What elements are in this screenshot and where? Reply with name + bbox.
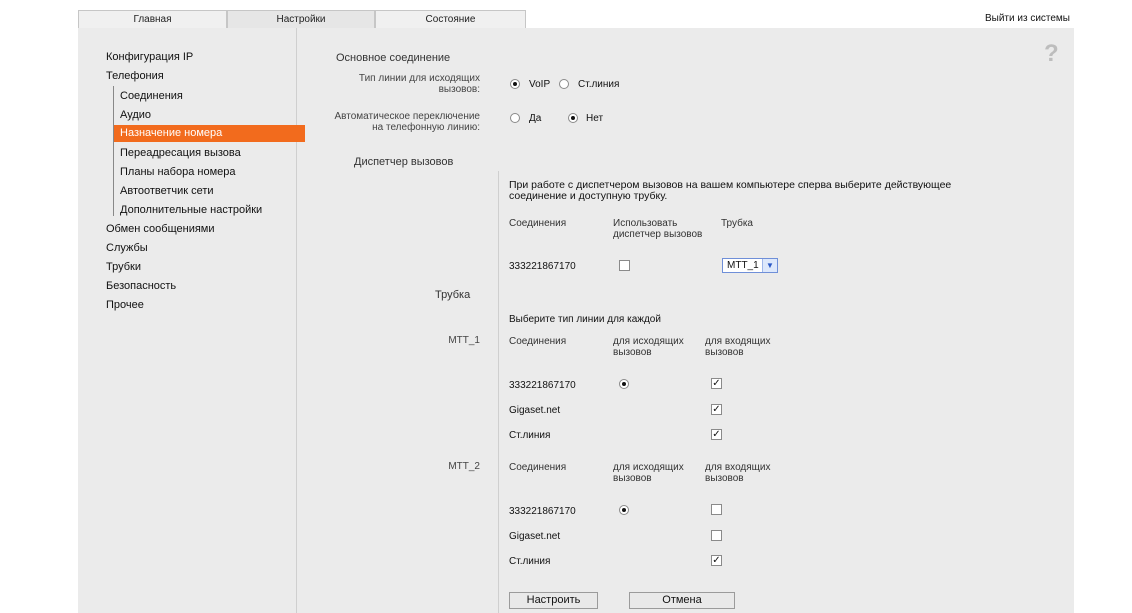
tab-status[interactable]: Состояние [375,10,526,29]
sidebar-item-messaging[interactable]: Обмен сообщениями [106,223,215,235]
handset-name-1: MTT_1 [448,335,480,346]
handset1-row3-incoming-checkbox[interactable]: ✓ [711,429,722,440]
sidebar-item-number-assignment[interactable]: Назначение номера [114,125,305,142]
question-icon[interactable]: ? [1044,40,1059,68]
handset-info-text: Выберите тип линии для каждой [509,314,661,325]
handset1-row2-connection: Gigaset.net [509,405,561,416]
sidebar-item-services[interactable]: Службы [106,242,148,254]
chevron-down-icon: ▼ [762,259,777,272]
sidebar-item-connections[interactable]: Соединения [120,90,183,102]
handset1-col-outgoing: для исходящих вызовов [613,336,684,358]
sidebar-item-ip-config[interactable]: Конфигурация IP [106,51,193,63]
sidebar-tree-line [113,86,114,216]
radio-voip[interactable] [510,79,520,89]
sidebar-item-call-forwarding[interactable]: Переадресация вызова [120,147,241,159]
handset2-row2-connection: Gigaset.net [509,531,561,542]
cancel-button[interactable]: Отмена [629,592,735,609]
radio-auto-no-label: Нет [586,113,604,124]
dispatcher-info-text: При работе с диспетчером вызовов на ваше… [509,179,952,202]
radio-auto-yes-label: Да [529,113,542,124]
sidebar-item-security[interactable]: Безопасность [106,280,176,292]
handset1-row2-incoming-checkbox[interactable]: ✓ [711,404,722,415]
sidebar-item-network-mailbox[interactable]: Автоответчик сети [120,185,214,197]
handset2-row1-outgoing-radio[interactable] [619,505,629,515]
logout-link[interactable]: Выйти из системы [985,13,1070,24]
apply-button[interactable]: Настроить [509,592,598,609]
sidebar-item-audio[interactable]: Аудио [120,109,151,121]
handset-name-2: MTT_2 [448,461,480,472]
handset2-col-outgoing: для исходящих вызовов [613,462,684,484]
settings-panel: Конфигурация IP Телефония Соединения Ауд… [78,28,1074,613]
handset1-col-connection: Соединения [509,336,567,347]
tab-main[interactable]: Главная [78,10,227,29]
handset-select[interactable]: MTT_1 ▼ [722,258,778,273]
content-box [498,171,1074,613]
sidebar-item-label: Назначение номера [120,127,223,139]
section-main-connection: Основное соединение [336,52,451,64]
handset2-row2-incoming-checkbox[interactable] [711,530,722,541]
radio-auto-yes[interactable] [510,113,520,123]
sidebar-item-dialing-plans[interactable]: Планы набора номера [120,166,236,178]
dispatcher-use-checkbox[interactable] [619,260,630,271]
handset1-row1-incoming-checkbox[interactable]: ✓ [711,378,722,389]
handset2-row1-connection: 333221867170 [509,506,576,517]
sidebar: Конфигурация IP Телефония Соединения Ауд… [78,28,305,613]
handset2-col-incoming: для входящих вызовов [705,462,771,484]
handset1-row1-connection: 333221867170 [509,380,576,391]
handset2-row3-connection: Ст.линия [509,556,551,567]
radio-landline-label: Ст.линия [578,79,620,90]
section-call-dispatcher: Диспетчер вызовов [354,156,454,168]
auto-switch-label: Автоматическое переключение на телефонну… [334,111,480,133]
radio-landline[interactable] [559,79,569,89]
dispatcher-col-handset: Трубка [721,218,753,229]
handset1-col-incoming: для входящих вызовов [705,336,771,358]
dispatcher-col-connection: Соединения [509,218,567,229]
handset2-row1-incoming-checkbox[interactable] [711,504,722,515]
handset2-row3-incoming-checkbox[interactable]: ✓ [711,555,722,566]
sidebar-item-handsets[interactable]: Трубки [106,261,141,273]
radio-auto-no[interactable] [568,113,578,123]
sidebar-item-other[interactable]: Прочее [106,299,144,311]
line-type-label: Тип линии для исходящих вызовов: [358,73,480,95]
dispatcher-col-use: Использовать диспетчер вызовов [613,218,703,240]
section-handset: Трубка [435,289,471,301]
handset2-col-connection: Соединения [509,462,567,473]
handset1-row1-outgoing-radio[interactable] [619,379,629,389]
dispatcher-connection: 333221867170 [509,261,576,272]
sidebar-item-advanced-settings[interactable]: Дополнительные настройки [120,204,262,216]
handset1-row3-connection: Ст.линия [509,430,551,441]
handset-select-value: MTT_1 [727,260,759,271]
radio-voip-label: VoIP [529,79,551,90]
sidebar-item-telephony[interactable]: Телефония [106,70,164,82]
tab-settings[interactable]: Настройки [227,10,375,29]
